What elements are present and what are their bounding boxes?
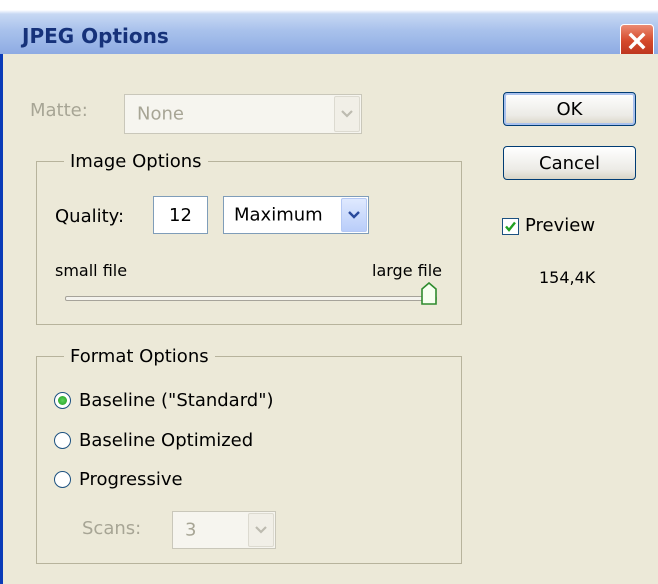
chevron-down-icon [341, 110, 353, 118]
jpeg-options-dialog: JPEG Options Matte: None Image Options Q… [0, 0, 658, 584]
format-options-legend: Format Options [64, 346, 215, 367]
quality-slider-track[interactable] [65, 296, 437, 301]
ok-button[interactable]: OK [503, 92, 636, 126]
image-options-legend: Image Options [64, 151, 208, 172]
quality-slider-thumb[interactable] [421, 282, 437, 306]
title-bar[interactable]: JPEG Options [0, 0, 658, 58]
radio-progressive[interactable] [54, 471, 71, 488]
radio-baseline-standard-label[interactable]: Baseline ("Standard") [79, 390, 274, 411]
small-file-label: small file [55, 261, 128, 280]
quality-label: Quality: [55, 206, 125, 227]
scans-value: 3 [185, 519, 197, 541]
preview-file-size: 154,4K [539, 268, 596, 287]
matte-select[interactable]: None [124, 94, 362, 134]
large-file-label: large file [372, 261, 442, 280]
scans-label: Scans: [82, 518, 142, 539]
chevron-down-icon [348, 211, 360, 219]
close-icon [628, 32, 646, 50]
preview-label[interactable]: Preview [525, 215, 595, 236]
checkmark-icon [505, 221, 516, 232]
radio-baseline-standard[interactable] [54, 392, 71, 409]
scans-select[interactable]: 3 [172, 511, 276, 549]
matte-value: None [137, 103, 184, 125]
radio-progressive-label[interactable]: Progressive [79, 469, 183, 490]
radio-selected-dot [58, 396, 67, 405]
dialog-title: JPEG Options [22, 24, 169, 48]
matte-label: Matte: [30, 100, 88, 121]
close-button[interactable] [620, 24, 654, 58]
scans-dropdown-button[interactable] [248, 513, 274, 547]
radio-baseline-optimized[interactable] [54, 432, 71, 449]
quality-preset-select[interactable]: Maximum [223, 196, 369, 234]
matte-dropdown-button[interactable] [334, 96, 360, 132]
cancel-button[interactable]: Cancel [503, 146, 636, 180]
quality-preset-value: Maximum [234, 204, 323, 226]
quality-preset-dropdown-button[interactable] [341, 198, 367, 232]
chevron-down-icon [255, 526, 267, 534]
radio-baseline-optimized-label[interactable]: Baseline Optimized [79, 430, 253, 451]
quality-input[interactable]: 12 [153, 196, 208, 234]
preview-checkbox[interactable] [502, 218, 519, 235]
